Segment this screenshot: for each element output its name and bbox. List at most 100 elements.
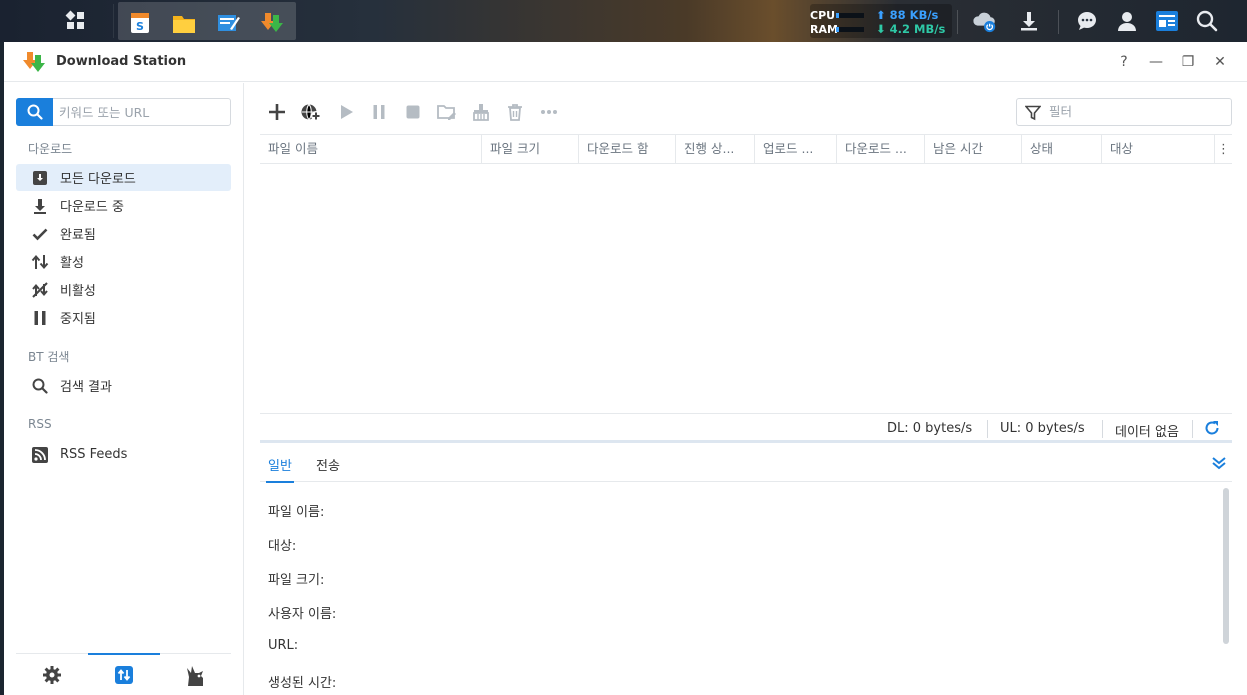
sidebar-item-downloading[interactable]: 다운로드 중 <box>16 192 231 219</box>
file-station-icon[interactable] <box>172 11 196 35</box>
sidebar-item-label: 비활성 <box>60 284 96 299</box>
window-title: Download Station <box>56 54 187 69</box>
double-chevron-down-icon <box>1212 457 1226 470</box>
sidebar-item-label: 중지됨 <box>60 312 96 327</box>
status-divider <box>1102 420 1103 438</box>
pause-icon <box>30 308 50 328</box>
resume-button[interactable] <box>333 99 359 125</box>
play-icon <box>341 105 353 119</box>
trash-icon <box>508 104 522 121</box>
minimize-button[interactable]: — <box>1146 52 1166 72</box>
sidebar-item-inactive[interactable]: 비활성 <box>16 276 231 303</box>
emule-tab[interactable] <box>160 654 232 695</box>
clean-up-button[interactable] <box>468 99 494 125</box>
search-icon <box>27 104 43 120</box>
transfers-tab[interactable] <box>88 653 160 695</box>
column-header[interactable]: 파일 이름 <box>260 135 482 163</box>
edit-destination-button[interactable] <box>434 99 460 125</box>
filter-box <box>1016 98 1232 126</box>
column-header[interactable]: 다운로드 ... <box>837 135 925 163</box>
donkey-icon <box>187 666 203 686</box>
broom-icon <box>473 104 489 121</box>
cpu-label: CPU <box>810 9 836 22</box>
active-arrows-icon <box>30 252 50 272</box>
keyword-search-input[interactable] <box>59 103 224 121</box>
filter-input[interactable] <box>1049 104 1219 119</box>
detail-label-url: URL: <box>268 638 299 653</box>
refresh-button[interactable] <box>1204 420 1220 440</box>
column-header[interactable]: 남은 시간 <box>925 135 1022 163</box>
cpu-bar <box>836 13 864 18</box>
section-downloads: 다운로드 <box>28 142 73 156</box>
widgets-icon[interactable] <box>1154 8 1180 34</box>
column-header[interactable]: 대상 <box>1102 135 1212 163</box>
maximize-button[interactable]: ❐ <box>1178 52 1198 72</box>
folder-edit-icon <box>437 105 456 120</box>
help-button[interactable]: ? <box>1114 52 1134 72</box>
column-header[interactable]: 업로드 ... <box>755 135 837 163</box>
down-arrow-icon: ⬇ <box>876 22 886 36</box>
detail-label-file-name: 파일 이름: <box>268 505 325 520</box>
add-url-button[interactable] <box>298 99 324 125</box>
delete-button[interactable] <box>502 99 528 125</box>
download-tray-icon[interactable] <box>1016 8 1042 34</box>
detail-label-created-time: 생성된 시간: <box>268 676 337 691</box>
user-icon[interactable] <box>1114 8 1140 34</box>
download-station-icon <box>23 51 47 75</box>
close-button[interactable]: ✕ <box>1210 52 1230 72</box>
all-downloads-icon <box>30 168 50 188</box>
collapse-panel-button[interactable] <box>1212 456 1226 474</box>
filter-icon <box>1025 105 1041 121</box>
tab-general[interactable]: 일반 <box>266 455 294 483</box>
main-panel: 파일 이름 파일 크기 다운로드 함 진행 상... 업로드 ... 다운로드 … <box>260 83 1232 695</box>
grid-icon <box>65 10 84 29</box>
cloud-sync-icon[interactable] <box>972 8 998 34</box>
sidebar-item-rss-feeds[interactable]: RSS Feeds <box>16 441 231 468</box>
download-station-taskbar-icon[interactable] <box>260 11 284 35</box>
sidebar-item-stopped[interactable]: 중지됨 <box>16 304 231 331</box>
downloading-icon <box>30 196 50 216</box>
main-menu-button[interactable] <box>38 4 114 38</box>
pinned-apps: S <box>118 2 296 40</box>
title-bar[interactable]: Download Station ? — ❐ ✕ <box>4 42 1247 82</box>
column-header[interactable]: 파일 크기 <box>482 135 579 163</box>
no-data-text: 데이터 없음 <box>1115 425 1179 440</box>
create-button[interactable] <box>264 99 290 125</box>
taskbar: S CPU RAM ⬆ 88 KB/s ⬇ 4.2 MB/s <box>0 0 1247 42</box>
status-divider <box>1192 420 1193 438</box>
search-button[interactable] <box>16 98 53 126</box>
tab-transfer[interactable]: 전송 <box>316 455 340 474</box>
gear-icon <box>43 666 61 684</box>
resource-monitor-widget[interactable]: CPU RAM ⬆ 88 KB/s ⬇ 4.2 MB/s <box>810 4 952 38</box>
sidebar-item-search-results[interactable]: 검색 결과 <box>16 372 231 399</box>
column-header[interactable]: 진행 상... <box>676 135 755 163</box>
sidebar-item-active[interactable]: 활성 <box>16 248 231 275</box>
inactive-icon <box>30 280 50 300</box>
chat-icon[interactable] <box>1074 8 1100 34</box>
pause-button[interactable] <box>366 99 392 125</box>
stop-button[interactable] <box>400 99 426 125</box>
detail-label-username: 사용자 이름: <box>268 607 337 622</box>
column-header[interactable]: 상태 <box>1022 135 1102 163</box>
sidebar-item-all-downloads[interactable]: 모든 다운로드 <box>16 164 231 191</box>
more-actions-button[interactable] <box>536 99 562 125</box>
sheet-app-icon[interactable]: S <box>128 11 152 35</box>
status-bar: DL: 0 bytes/s UL: 0 bytes/s 데이터 없음 <box>260 413 1232 443</box>
sidebar-bottom-tabs <box>16 653 231 695</box>
search-icon[interactable] <box>1194 8 1220 34</box>
column-menu-button[interactable]: ⋮ <box>1214 135 1232 163</box>
note-station-icon[interactable] <box>216 11 240 35</box>
sidebar-item-completed[interactable]: 완료됨 <box>16 220 231 247</box>
detail-scrollbar[interactable] <box>1223 488 1229 644</box>
keyword-search-box <box>16 98 231 126</box>
pause-icon <box>373 105 385 119</box>
download-table-header: 파일 이름 파일 크기 다운로드 함 진행 상... 업로드 ... 다운로드 … <box>260 134 1232 164</box>
check-icon <box>30 224 50 244</box>
detail-label-destination: 대상: <box>268 539 297 554</box>
column-header[interactable]: 다운로드 함 <box>579 135 676 163</box>
settings-tab[interactable] <box>16 654 88 695</box>
ram-bar <box>836 27 864 32</box>
rss-icon <box>30 445 50 465</box>
detail-label-file-size: 파일 크기: <box>268 573 325 588</box>
ul-speed: UL: 0 bytes/s <box>1000 421 1085 436</box>
